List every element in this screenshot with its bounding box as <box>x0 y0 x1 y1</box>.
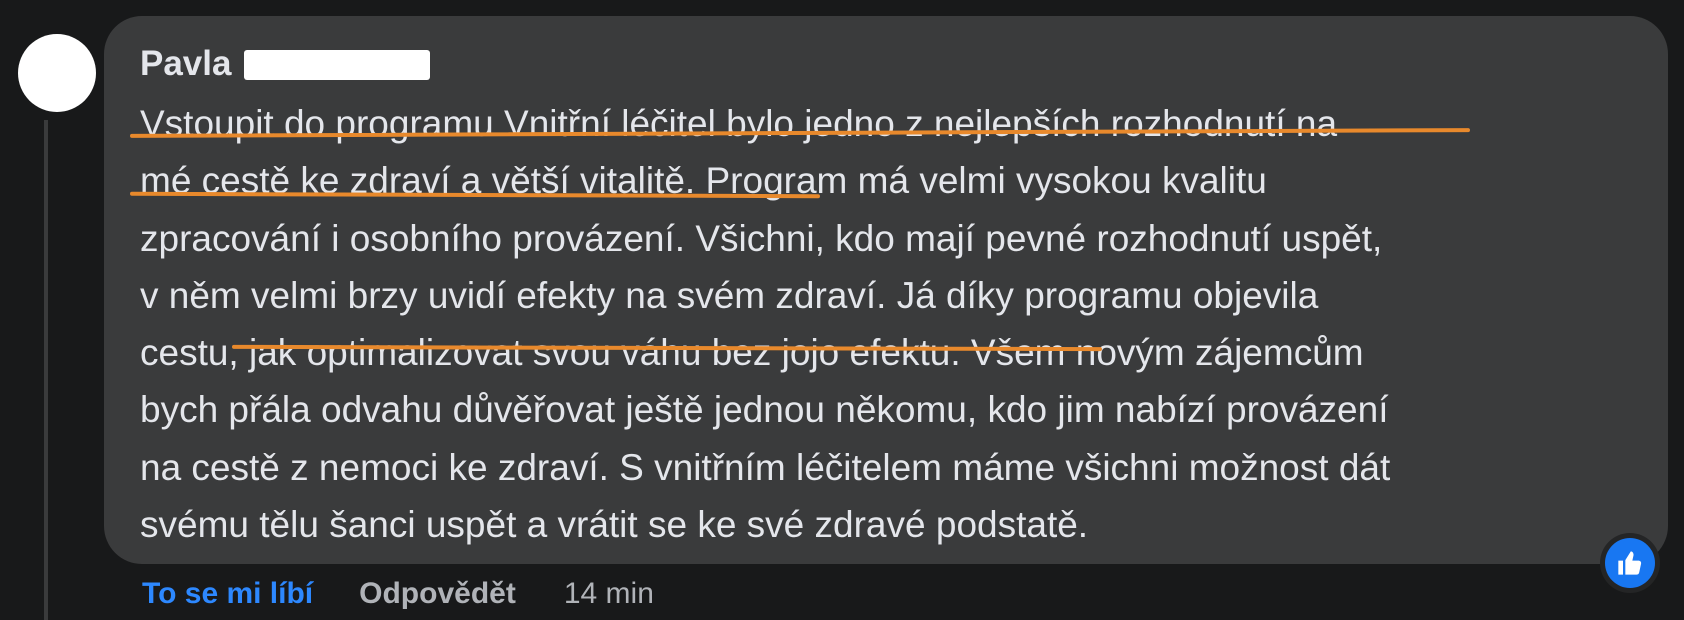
comment-line-1: Vstoupit do programu Vnitřní léčitel byl… <box>140 103 1338 144</box>
comment-text: Vstoupit do programu Vnitřní léčitel byl… <box>140 95 1660 553</box>
comment-line-4: v něm velmi brzy uvidí efekty na svém zd… <box>140 274 1319 316</box>
thumbs-up-icon <box>1605 538 1655 588</box>
avatar[interactable] <box>18 34 96 112</box>
like-button[interactable]: To se mi líbí <box>142 577 313 611</box>
reaction-badge[interactable] <box>1600 533 1660 593</box>
comment-author[interactable]: Pavla <box>140 44 231 84</box>
comment-line-3: zpracování i osobního provázení. Všichni… <box>140 217 1383 259</box>
thread-line <box>44 120 48 620</box>
comment-actions: To se mi líbí Odpovědět 14 min <box>142 574 654 614</box>
comment-line-8: svému tělu šanci uspět a vrátit se ke sv… <box>140 504 1089 546</box>
name-redaction <box>244 50 430 80</box>
comment-line-5: cestu, jak optimalizovat svou váhu bez j… <box>140 332 1364 374</box>
comment-timestamp[interactable]: 14 min <box>564 577 654 611</box>
comment-line-2: mé cestě ke zdraví a větší vitalitě. Pro… <box>140 160 1267 202</box>
reply-button[interactable]: Odpovědět <box>359 577 516 611</box>
comment-line-7: na cestě z nemoci ke zdraví. S vnitřním … <box>140 446 1391 488</box>
comment-line-6: bych přála odvahu důvěřovat ještě jednou… <box>140 389 1389 431</box>
